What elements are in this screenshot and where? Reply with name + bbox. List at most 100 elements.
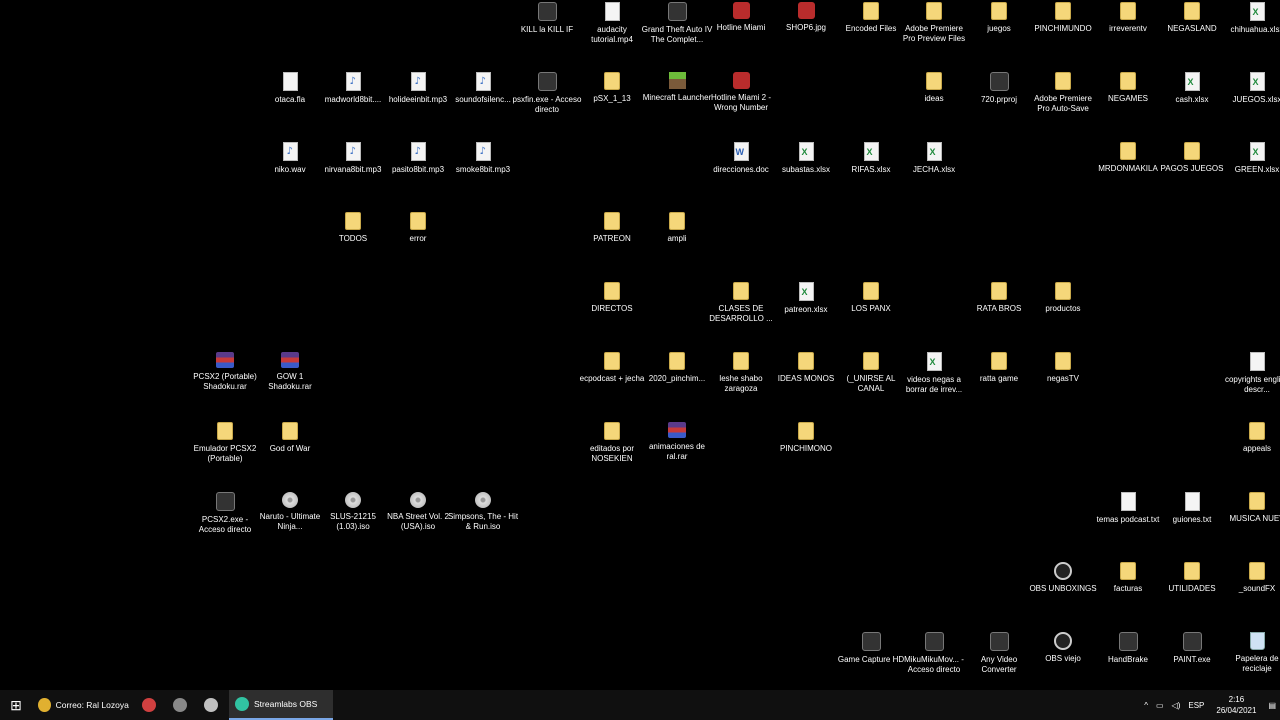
desktop-icon[interactable]: Hotline Miami 2 - Wrong Number: [709, 72, 773, 113]
desktop-icon[interactable]: NEGASLAND: [1160, 2, 1224, 34]
desktop-icon[interactable]: holideeinbit.mp3: [386, 72, 450, 105]
desktop-icon[interactable]: UTILIDADES: [1160, 562, 1224, 594]
desktop-icon[interactable]: Adobe Premiere Pro Auto-Save: [1031, 72, 1095, 114]
desktop-icon[interactable]: Minecraft Launcher: [643, 72, 711, 103]
desktop-icon[interactable]: DIRECTOS: [580, 282, 644, 314]
desktop-icon[interactable]: OBS viejo: [1031, 632, 1095, 664]
desktop-icon-label: Grand Theft Auto IV The Complet...: [641, 25, 713, 44]
desktop-icon[interactable]: TODOS: [321, 212, 385, 244]
desktop-icon[interactable]: pSX_1_13: [580, 72, 644, 104]
desktop-icon[interactable]: smoke8bit.mp3: [451, 142, 515, 175]
taskbar-app[interactable]: Streamlabs OBS: [229, 690, 333, 720]
clock[interactable]: 2:16 26/04/2021: [1216, 694, 1256, 716]
desktop-icon[interactable]: PCSX2 (Portable) Shadoku.rar: [193, 352, 257, 392]
taskbar-app[interactable]: [198, 690, 229, 720]
desktop-icon[interactable]: Adobe Premiere Pro Preview Files: [902, 2, 966, 44]
desktop-icon[interactable]: Emulador PCSX2 (Portable): [193, 422, 257, 464]
desktop-icon[interactable]: ideas: [902, 72, 966, 104]
desktop-icon[interactable]: PAINT.exe: [1160, 632, 1224, 665]
chevron-up-icon[interactable]: ^: [1144, 701, 1148, 710]
desktop-icon[interactable]: appeals: [1225, 422, 1280, 454]
desktop-icon-label: editados por NOSEKIEN: [589, 444, 635, 463]
desktop-icon[interactable]: JUEGOS.xlsx: [1225, 72, 1280, 105]
desktop-icon[interactable]: SLUS-21215 (1.03).iso: [321, 492, 385, 532]
desktop-icon[interactable]: chihuahua.xlsx: [1225, 2, 1280, 35]
start-button[interactable]: ⊞: [0, 690, 32, 720]
desktop-icon[interactable]: (_UNIRSE AL CANAL: [839, 352, 903, 394]
taskbar-app[interactable]: [136, 690, 167, 720]
desktop-icon[interactable]: pasito8bit.mp3: [386, 142, 450, 175]
desktop-icon[interactable]: Game Capture HD: [838, 632, 904, 665]
desktop-icon[interactable]: HandBrake: [1096, 632, 1160, 665]
desktop-icon[interactable]: PATREON: [580, 212, 644, 244]
desktop-icon[interactable]: productos: [1031, 282, 1095, 314]
desktop-icon[interactable]: error: [386, 212, 450, 244]
desktop-icon[interactable]: NBA Street Vol. 2 (USA).iso: [386, 492, 450, 532]
desktop-icon[interactable]: irreverentv: [1096, 2, 1160, 34]
desktop-icon[interactable]: otaca.fla: [258, 72, 322, 105]
desktop-icon[interactable]: KILL la KILL IF: [515, 2, 579, 35]
desktop-icon[interactable]: God of War: [258, 422, 322, 454]
desktop-icon[interactable]: Any Video Converter: [967, 632, 1031, 675]
desktop-icon[interactable]: soundofsilenc...: [451, 72, 515, 105]
notification-icon[interactable]: ▤: [1268, 701, 1276, 710]
desktop-icon[interactable]: IDEAS MONOS: [774, 352, 838, 384]
desktop-icon[interactable]: animaciones de ral.rar: [645, 422, 709, 462]
taskbar-app[interactable]: Correo: Ral Lozoya ...: [32, 690, 136, 720]
volume-icon[interactable]: ◁): [1172, 701, 1181, 710]
folder-icon: [1249, 492, 1265, 510]
desktop-icon[interactable]: SHOP6.jpg: [774, 2, 838, 33]
desktop-icon[interactable]: patreon.xlsx: [774, 282, 838, 315]
desktop-icon[interactable]: 720.prproj: [967, 72, 1031, 105]
desktop-icon[interactable]: Hotline Miami: [709, 2, 773, 33]
desktop-icon[interactable]: guiones.txt: [1160, 492, 1224, 525]
desktop-icon[interactable]: MRDONMAKILA: [1096, 142, 1160, 174]
desktop-icon[interactable]: audacity tutorial.mp4: [580, 2, 644, 45]
desktop-icon[interactable]: PCSX2.exe - Acceso directo: [193, 492, 257, 535]
desktop-icon[interactable]: MUSICA NUEV: [1225, 492, 1280, 524]
desktop-icon[interactable]: cash.xlsx: [1160, 72, 1224, 105]
desktop-icon[interactable]: PINCHIMUNDO: [1031, 2, 1095, 34]
desktop-icon[interactable]: Simpsons, The - Hit & Run.iso: [448, 492, 518, 532]
desktop-icon[interactable]: Naruto - Ultimate Ninja...: [258, 492, 322, 532]
desktop-icon[interactable]: PINCHIMONO: [774, 422, 838, 454]
desktop-icon[interactable]: direcciones.doc: [709, 142, 773, 175]
desktop-icon[interactable]: RIFAS.xlsx: [839, 142, 903, 175]
desktop-icon[interactable]: CLASES DE DESARROLLO ...: [709, 282, 773, 324]
desktop-icon[interactable]: MikuMikuMov... - Acceso directo: [902, 632, 966, 675]
desktop-icon[interactable]: RATA BROS: [967, 282, 1031, 314]
desktop-icon[interactable]: temas podcast.txt: [1096, 492, 1160, 525]
taskbar-app[interactable]: [167, 690, 198, 720]
desktop-icon[interactable]: LOS PANX: [839, 282, 903, 314]
desktop-icon[interactable]: GREEN.xlsx: [1225, 142, 1280, 175]
desktop-icon[interactable]: Papelera de reciclaje: [1225, 632, 1280, 674]
desktop-icon[interactable]: GOW 1 Shadoku.rar: [258, 352, 322, 392]
desktop-icon[interactable]: PAGOS JUEGOS: [1160, 142, 1224, 174]
desktop-icon[interactable]: nirvana8bit.mp3: [321, 142, 385, 175]
network-icon[interactable]: ▭: [1156, 701, 1164, 710]
desktop-icon[interactable]: madworld8bit....: [321, 72, 385, 105]
language-indicator[interactable]: ESP: [1188, 701, 1204, 710]
desktop-icon[interactable]: _soundFX: [1225, 562, 1280, 594]
desktop-icon[interactable]: Grand Theft Auto IV The Complet...: [642, 2, 712, 45]
desktop-icon[interactable]: negasTV: [1031, 352, 1095, 384]
desktop-icon[interactable]: editados por NOSEKIEN: [580, 422, 644, 464]
desktop-icon[interactable]: subastas.xlsx: [774, 142, 838, 175]
folder-icon: [1120, 562, 1136, 580]
desktop-icon[interactable]: copyrights english descr...: [1225, 352, 1280, 395]
desktop-icon[interactable]: juegos: [967, 2, 1031, 34]
desktop-icon[interactable]: Encoded Files: [839, 2, 903, 34]
desktop-icon[interactable]: 2020_pinchim...: [645, 352, 709, 384]
desktop-icon[interactable]: leshe shabo zaragoza: [709, 352, 773, 394]
desktop-icon[interactable]: ecpodcast + jecha: [580, 352, 644, 384]
desktop-icon[interactable]: NEGAMES: [1096, 72, 1160, 104]
disc-icon: [345, 492, 361, 508]
desktop-icon[interactable]: facturas: [1096, 562, 1160, 594]
desktop-icon[interactable]: ratta game: [967, 352, 1031, 384]
desktop-icon[interactable]: niko.wav: [258, 142, 322, 175]
desktop-icon[interactable]: ampli: [645, 212, 709, 244]
desktop-icon[interactable]: JECHA.xlsx: [902, 142, 966, 175]
desktop-icon[interactable]: psxfin.exe - Acceso directo: [513, 72, 581, 115]
desktop-icon[interactable]: videos negas a borrar de irrev...: [902, 352, 966, 395]
desktop-icon[interactable]: OBS UNBOXINGS: [1029, 562, 1097, 594]
